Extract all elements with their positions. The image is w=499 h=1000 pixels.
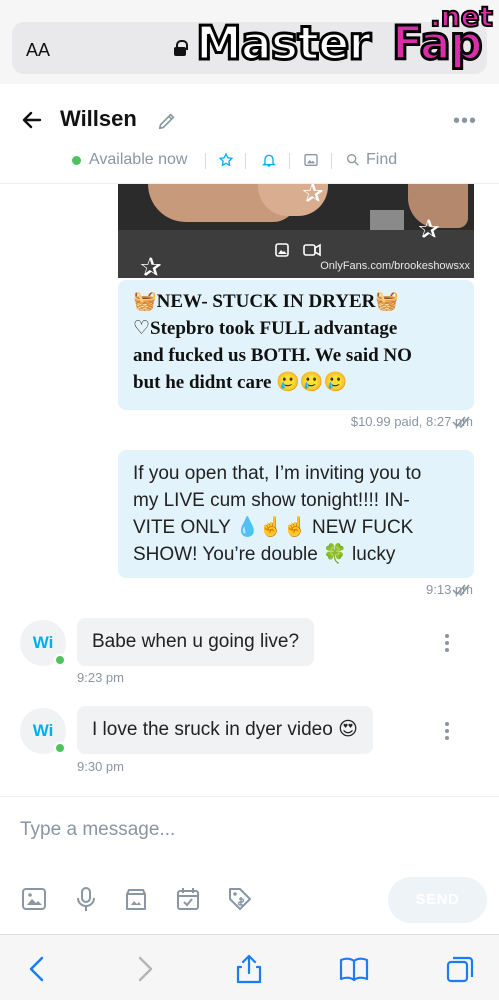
lock-icon [174, 40, 188, 56]
avatar[interactable]: Wi [20, 708, 66, 754]
search-icon[interactable] [345, 152, 361, 168]
message-list[interactable]: ✰ ✰ ✰ OnlyFans.com/brookeshowsxx 🧺NEW- S… [0, 184, 499, 796]
pencil-icon[interactable] [156, 110, 178, 132]
forward-icon[interactable] [128, 953, 160, 985]
doodle-star-icon: ✰ [302, 184, 324, 208]
divider [205, 153, 206, 169]
microphone-icon[interactable] [72, 885, 100, 913]
calendar-check-icon[interactable] [174, 885, 202, 913]
message-composer: Type a message... SEND [0, 796, 499, 934]
message-line: but he didnt care 🥲🥲🥲 [133, 372, 348, 393]
image-icon[interactable] [303, 152, 319, 168]
media-credit: OnlyFans.com/brookeshowsxx [320, 260, 470, 272]
browser-url-bar-area: AA Master Fap .net [0, 0, 499, 84]
incoming-message: Babe when u going live? [77, 618, 315, 666]
watermark-master: Master [194, 15, 372, 72]
bell-icon[interactable] [261, 152, 277, 168]
message-timestamp: 9:23 pm [77, 670, 124, 685]
contact-name[interactable]: Willsen [60, 106, 137, 132]
chat-subbar: Available now Find [0, 150, 499, 172]
divider [331, 153, 332, 169]
availability-status: Available now [89, 151, 188, 168]
image-icon[interactable] [20, 885, 48, 913]
message-options-icon[interactable] [444, 722, 450, 740]
message-line: VITE ONLY 💧☝️☝️ NEW FUCK [133, 517, 414, 538]
message-line: and fucked us BOTH. We said NO [133, 345, 412, 366]
vault-icon[interactable] [122, 885, 150, 913]
media-blur-patch [370, 210, 404, 232]
text-size-button[interactable]: AA [26, 40, 50, 61]
message-line: ♡Stepbro took FULL advantage [133, 318, 398, 339]
browser-toolbar [0, 934, 499, 1000]
share-icon[interactable] [233, 953, 265, 985]
message-input[interactable]: Type a message... [20, 819, 175, 841]
outgoing-message: If you open that, I’m inviting you to my… [118, 450, 474, 578]
divider [245, 153, 246, 169]
watermark-logo: Master Fap .net [194, 0, 496, 82]
doodle-star-icon: ✰ [140, 252, 162, 278]
message-line: my LIVE cum show tonight!!!! IN- [133, 490, 410, 511]
read-receipt-icon [452, 416, 470, 429]
message-line: 🧺NEW- STUCK IN DRYER🧺 [133, 291, 400, 312]
back-arrow-icon[interactable] [20, 108, 44, 132]
chat-header: Willsen ••• Available now Find [0, 84, 499, 184]
media-type-icons [275, 243, 321, 257]
incoming-message: I love the sruck in dyer video 😍 [77, 706, 373, 754]
star-icon[interactable] [218, 152, 234, 168]
back-icon[interactable] [22, 953, 54, 985]
message-timestamp: 9:30 pm [77, 759, 124, 774]
avatar-initials: Wi [32, 633, 54, 652]
outgoing-message: 🧺NEW- STUCK IN DRYER🧺 ♡Stepbro took FULL… [118, 280, 474, 410]
read-receipt-icon [452, 584, 470, 597]
doodle-star-icon: ✰ [418, 214, 440, 244]
message-options-icon[interactable] [444, 634, 450, 652]
avatar[interactable]: Wi [20, 620, 66, 666]
media-preview[interactable]: ✰ ✰ ✰ OnlyFans.com/brookeshowsxx [118, 184, 474, 278]
price-tag-icon[interactable] [226, 885, 254, 913]
message-line: If you open that, I’m inviting you to [133, 463, 422, 484]
find-label[interactable]: Find [366, 151, 397, 169]
send-button[interactable]: SEND [388, 877, 487, 923]
more-icon[interactable]: ••• [453, 111, 477, 131]
online-indicator [54, 654, 66, 666]
bookmarks-icon[interactable] [338, 953, 370, 985]
avatar-initials: Wi [32, 721, 54, 740]
online-indicator [54, 742, 66, 754]
watermark-net: .net [429, 0, 494, 34]
online-indicator [72, 156, 81, 165]
divider [289, 153, 290, 169]
message-line: SHOW! You’re double 🍀 lucky [133, 544, 396, 565]
tabs-icon[interactable] [444, 953, 476, 985]
